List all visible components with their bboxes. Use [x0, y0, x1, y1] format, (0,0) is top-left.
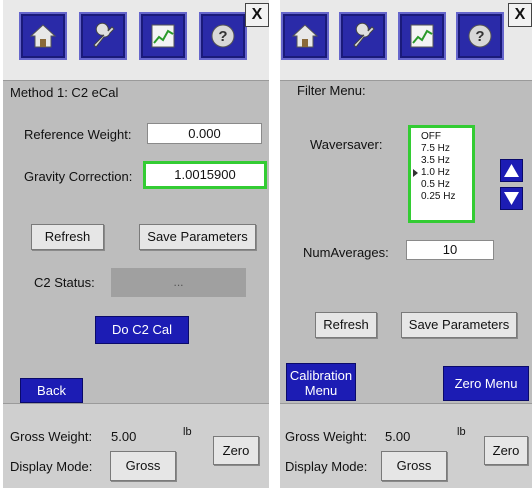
display-mode-button[interactable]: Gross [110, 451, 176, 481]
svg-text:?: ? [475, 28, 484, 45]
gravity-correction-field[interactable]: 1.0015900 [143, 161, 267, 189]
gross-weight-label: Gross Weight: [285, 429, 368, 444]
gravity-correction-label: Gravity Correction: [24, 169, 133, 184]
close-button[interactable]: X [508, 3, 532, 27]
home-icon [291, 24, 319, 48]
calibration-content: Method 1: C2 eCal Reference Weight: 0.00… [3, 80, 269, 403]
page-title: Filter Menu: [297, 83, 366, 98]
home-button[interactable] [281, 12, 329, 60]
c2-status-label: C2 Status: [34, 275, 95, 290]
calibration-menu-label-line1: Calibration [289, 368, 353, 383]
home-button[interactable] [19, 12, 67, 60]
selected-marker-icon [413, 169, 418, 177]
save-parameters-button[interactable]: Save Parameters [139, 224, 256, 250]
wavesaver-option[interactable]: 0.25 Hz [411, 191, 472, 203]
gross-weight-value: 5.00 [111, 429, 137, 444]
scroll-up-button[interactable] [500, 159, 523, 182]
filter-content: Filter Menu: Waversaver: OFF 7.5 Hz 3.5 Hz… [280, 80, 532, 403]
toolbar: ? X [3, 0, 269, 80]
display-mode-label: Display Mode: [10, 459, 93, 474]
calibration-menu-label-line2: Menu [304, 383, 338, 398]
display-mode-button[interactable]: Gross [381, 451, 447, 481]
reference-weight-label: Reference Weight: [24, 127, 132, 142]
save-parameters-button[interactable]: Save Parameters [401, 312, 517, 338]
weight-unit: lb [183, 426, 192, 438]
home-icon [29, 24, 57, 48]
status-bar: Gross Weight: 5.00 lb Zero Display Mode:… [280, 403, 532, 488]
calibration-menu-button[interactable]: Calibration Menu [286, 363, 356, 401]
zero-button[interactable]: Zero [213, 436, 259, 465]
wavesaver-option[interactable]: OFF [411, 131, 472, 143]
wavesaver-option[interactable]: 3.5 Hz [411, 155, 472, 167]
display-mode-label: Display Mode: [285, 459, 368, 474]
help-button[interactable]: ? [199, 12, 247, 60]
wavesaver-option[interactable]: 1.0 Hz [411, 167, 472, 179]
wavesaver-label: Waversaver: [310, 137, 383, 152]
svg-text:?: ? [218, 28, 227, 45]
wrench-icon [353, 22, 375, 48]
wrench-icon [93, 22, 115, 48]
settings-button[interactable] [339, 12, 387, 60]
right-screen: ? X Filter Menu: Waversaver: OFF 7.5 Hz 3.… [280, 0, 532, 488]
help-icon: ? [468, 24, 492, 48]
zero-menu-button[interactable]: Zero Menu [443, 366, 529, 401]
chart-button[interactable] [139, 12, 187, 60]
wavesaver-option[interactable]: 7.5 Hz [411, 143, 472, 155]
wavesaver-option[interactable]: 0.5 Hz [411, 179, 472, 191]
arrow-up-icon [504, 164, 519, 177]
page-title: Method 1: C2 eCal [10, 85, 119, 100]
refresh-button[interactable]: Refresh [31, 224, 104, 250]
left-screen: ? X Method 1: C2 eCal Reference Weight: … [3, 0, 269, 488]
numaverages-label: NumAverages: [303, 245, 389, 260]
reference-weight-field[interactable]: 0.000 [147, 123, 262, 144]
c2-status-value: ... [111, 268, 246, 297]
wavesaver-options: OFF 7.5 Hz 3.5 Hz 1.0 Hz 0.5 Hz 0.25 Hz [411, 128, 472, 203]
zero-button[interactable]: Zero [484, 436, 528, 465]
chart-icon [151, 24, 175, 48]
chart-button[interactable] [398, 12, 446, 60]
settings-button[interactable] [79, 12, 127, 60]
gross-weight-label: Gross Weight: [10, 429, 93, 444]
gross-weight-value: 5.00 [385, 429, 411, 444]
toolbar: ? X [280, 0, 532, 80]
arrow-down-icon [504, 192, 519, 205]
scroll-down-button[interactable] [500, 187, 523, 210]
weight-unit: lb [457, 426, 466, 438]
refresh-button[interactable]: Refresh [315, 312, 377, 338]
back-button[interactable]: Back [20, 378, 83, 403]
status-bar: Gross Weight: 5.00 lb Zero Display Mode:… [3, 403, 269, 488]
chart-icon [410, 24, 434, 48]
close-button[interactable]: X [245, 3, 269, 27]
wavesaver-listbox[interactable]: OFF 7.5 Hz 3.5 Hz 1.0 Hz 0.5 Hz 0.25 Hz [408, 125, 475, 223]
numaverages-field[interactable]: 10 [406, 240, 494, 260]
help-button[interactable]: ? [456, 12, 504, 60]
do-c2-cal-button[interactable]: Do C2 Cal [95, 316, 189, 344]
help-icon: ? [211, 24, 235, 48]
